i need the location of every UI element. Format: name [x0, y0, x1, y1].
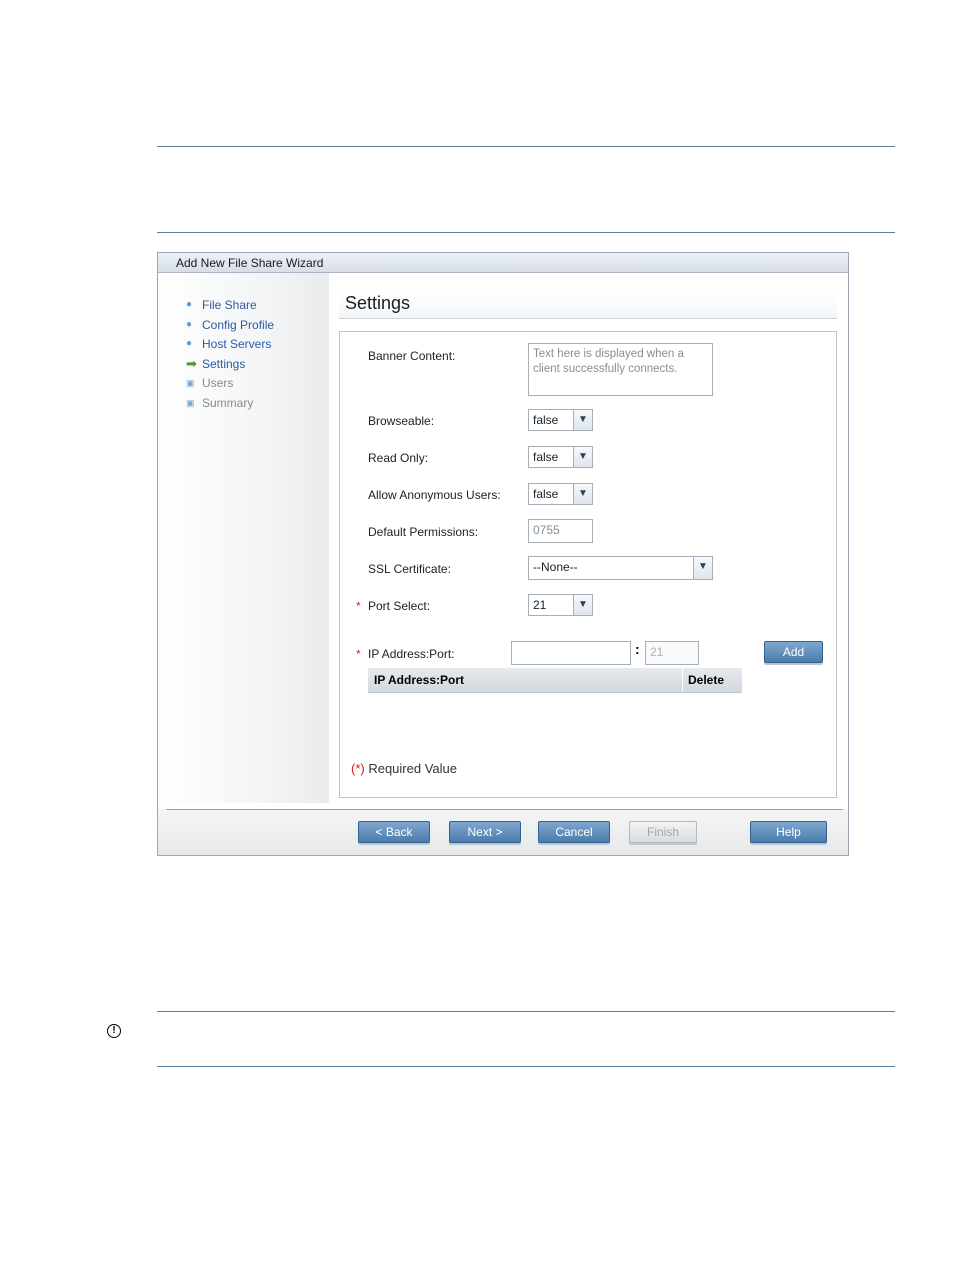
top-rule-1	[157, 146, 895, 147]
step-host-servers[interactable]: ● Host Servers	[186, 336, 271, 352]
read-only-select[interactable]: false ▼	[528, 446, 593, 468]
column-header-ip-address-port: IP Address:Port	[374, 673, 465, 687]
browseable-select[interactable]: false ▼	[528, 409, 593, 431]
chevron-down-icon[interactable]: ▼	[573, 410, 592, 430]
ip-address-input[interactable]	[511, 641, 631, 665]
step-settings: ➡ Settings	[186, 356, 246, 371]
chevron-down-icon[interactable]: ▼	[573, 595, 592, 615]
bullet-icon: ●	[186, 299, 193, 310]
file-share-wizard-window: Add New File Share Wizard ● File Share ● C…	[157, 252, 849, 856]
required-note-mark: (*)	[351, 761, 365, 776]
footer-divider	[166, 809, 843, 810]
square-bullet-icon: ▣	[186, 378, 195, 388]
finish-button: Finish	[629, 821, 697, 843]
read-only-value: false	[533, 450, 559, 464]
port-select[interactable]: 21 ▼	[528, 594, 593, 616]
ssl-certificate-value: --None--	[533, 560, 578, 574]
default-permissions-label: Default Permissions:	[368, 525, 479, 539]
top-rule-2	[157, 232, 895, 233]
ip-address-table-header: IP Address:Port Delete	[368, 668, 742, 693]
required-value-note: (*) Required Value	[351, 761, 457, 776]
back-button[interactable]: < Back	[358, 821, 430, 843]
required-star: *	[356, 599, 361, 613]
wizard-title: Add New File Share Wizard	[176, 256, 324, 270]
next-button[interactable]: Next >	[449, 821, 521, 843]
important-rule-bottom	[157, 1066, 895, 1067]
port-select-label-text: Port Select:	[368, 599, 431, 613]
browseable-label: Browseable:	[368, 414, 435, 428]
help-button[interactable]: Help	[750, 821, 827, 843]
allow-anonymous-select[interactable]: false ▼	[528, 483, 593, 505]
port-select-label: * Port Select:	[356, 599, 431, 613]
cancel-button[interactable]: Cancel	[538, 821, 610, 843]
step-file-share[interactable]: ● File Share	[186, 297, 257, 313]
wizard-steps-nav: ● File Share ● Config Profile ● Host Server…	[158, 273, 329, 803]
ssl-certificate-select[interactable]: --None-- ▼	[528, 556, 713, 580]
step-users: ▣ Users	[186, 376, 234, 390]
ip-address-port-label-text: IP Address:Port:	[368, 647, 455, 661]
chevron-down-icon[interactable]: ▼	[573, 447, 592, 467]
important-rule-top	[157, 1011, 895, 1012]
bullet-icon: ●	[186, 319, 193, 330]
ip-port-separator: :	[635, 641, 640, 657]
arrow-right-icon: ➡	[186, 356, 197, 371]
wizard-content: Settings Banner Content: Text here is di…	[329, 273, 848, 803]
allow-anonymous-label: Allow Anonymous Users:	[368, 488, 501, 502]
allow-anonymous-value: false	[533, 487, 559, 501]
banner-content-textarea[interactable]: Text here is displayed when a client suc…	[528, 343, 713, 396]
banner-content-label: Banner Content:	[368, 349, 456, 363]
add-ip-button[interactable]: Add	[764, 641, 823, 663]
browseable-value: false	[533, 413, 559, 427]
step-summary: ▣ Summary	[186, 396, 254, 410]
read-only-label: Read Only:	[368, 451, 429, 465]
section-title: Settings	[339, 291, 837, 319]
default-permissions-input[interactable]: 0755	[528, 519, 593, 543]
wizard-title-bar: Add New File Share Wizard	[158, 253, 848, 273]
column-header-delete: Delete	[688, 673, 725, 687]
column-separator	[682, 668, 683, 692]
chevron-down-icon[interactable]: ▼	[573, 484, 592, 504]
ip-port-input[interactable]: 21	[645, 641, 699, 665]
ip-address-port-label: * IP Address:Port:	[356, 647, 455, 661]
bullet-icon: ●	[186, 338, 193, 349]
port-select-value: 21	[533, 598, 547, 612]
settings-form: Banner Content: Text here is displayed w…	[339, 331, 837, 798]
important-icon: !	[107, 1024, 121, 1038]
required-note-text: Required Value	[364, 761, 457, 776]
step-config-profile[interactable]: ● Config Profile	[186, 317, 274, 333]
chevron-down-icon[interactable]: ▼	[693, 557, 712, 579]
square-bullet-icon: ▣	[186, 398, 195, 408]
required-star: *	[356, 647, 361, 661]
ssl-certificate-label: SSL Certificate:	[368, 562, 451, 576]
